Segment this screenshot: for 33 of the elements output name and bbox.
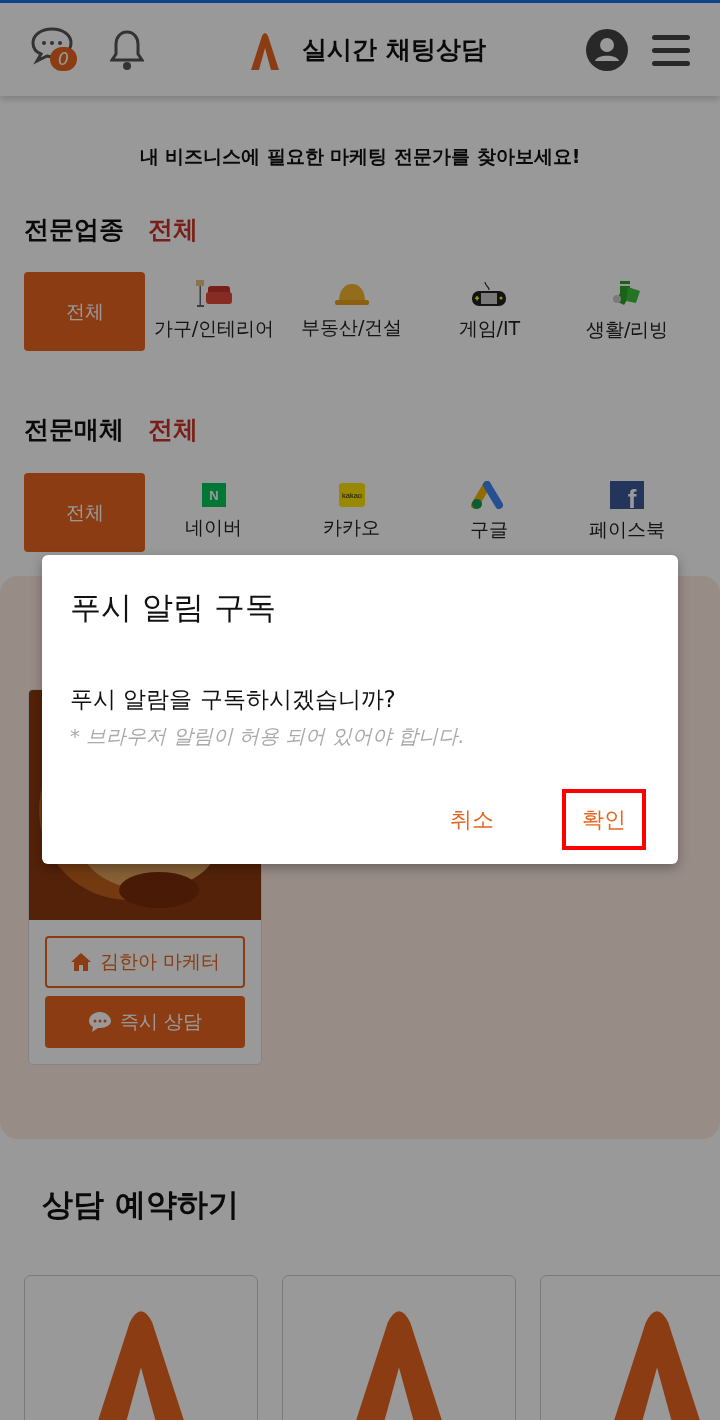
- category-option[interactable]: f 페이스북: [558, 480, 696, 544]
- furniture-icon: [194, 280, 233, 309]
- menu-icon[interactable]: [652, 33, 690, 66]
- category-option[interactable]: 생활/리빙: [558, 279, 696, 344]
- bell-icon[interactable]: [110, 28, 144, 71]
- app-title: 실시간 채팅상담: [302, 33, 486, 66]
- dialog-button[interactable]: 확인: [562, 788, 646, 850]
- dialog-message: 푸시 알람을 구독하시겠습니까?: [70, 685, 397, 715]
- category-option[interactable]: N 네이버: [145, 482, 283, 542]
- game-console-icon: [471, 280, 508, 309]
- booking-card[interactable]: [24, 1274, 258, 1420]
- category-option[interactable]: 게임/IT: [420, 280, 559, 343]
- booking-card[interactable]: [282, 1274, 516, 1420]
- home-icon: [69, 951, 92, 972]
- facebook-icon: f: [610, 480, 645, 509]
- helmet-icon: [333, 281, 370, 308]
- naver-icon: N: [201, 482, 226, 507]
- category-option[interactable]: 부동산/건설: [282, 281, 421, 342]
- count-badge: 0: [50, 46, 77, 71]
- filter-value: 전체: [148, 414, 198, 446]
- filter-label: 전문매체: [24, 414, 124, 446]
- section-title: 상담 예약하기: [41, 1184, 240, 1224]
- booking-card[interactable]: [540, 1274, 720, 1420]
- dialog-title: 푸시 알림 구독: [70, 589, 277, 627]
- tagline: 내 비즈니스에 필요한 마케팅 전문가를 찾아보세요!: [138, 144, 582, 169]
- category-option[interactable]: 구글: [420, 480, 559, 544]
- dialog-button[interactable]: 취소: [430, 788, 514, 850]
- dialog-note: * 브라우저 알림이 허용 되어 있어야 합니다.: [70, 722, 466, 750]
- chat-icon: [87, 1010, 112, 1033]
- filter-value: 전체: [148, 213, 198, 246]
- filter-label: 전문업종: [24, 213, 124, 246]
- category-option[interactable]: 가구/인테리어: [145, 280, 283, 343]
- avatar-icon[interactable]: [586, 28, 628, 71]
